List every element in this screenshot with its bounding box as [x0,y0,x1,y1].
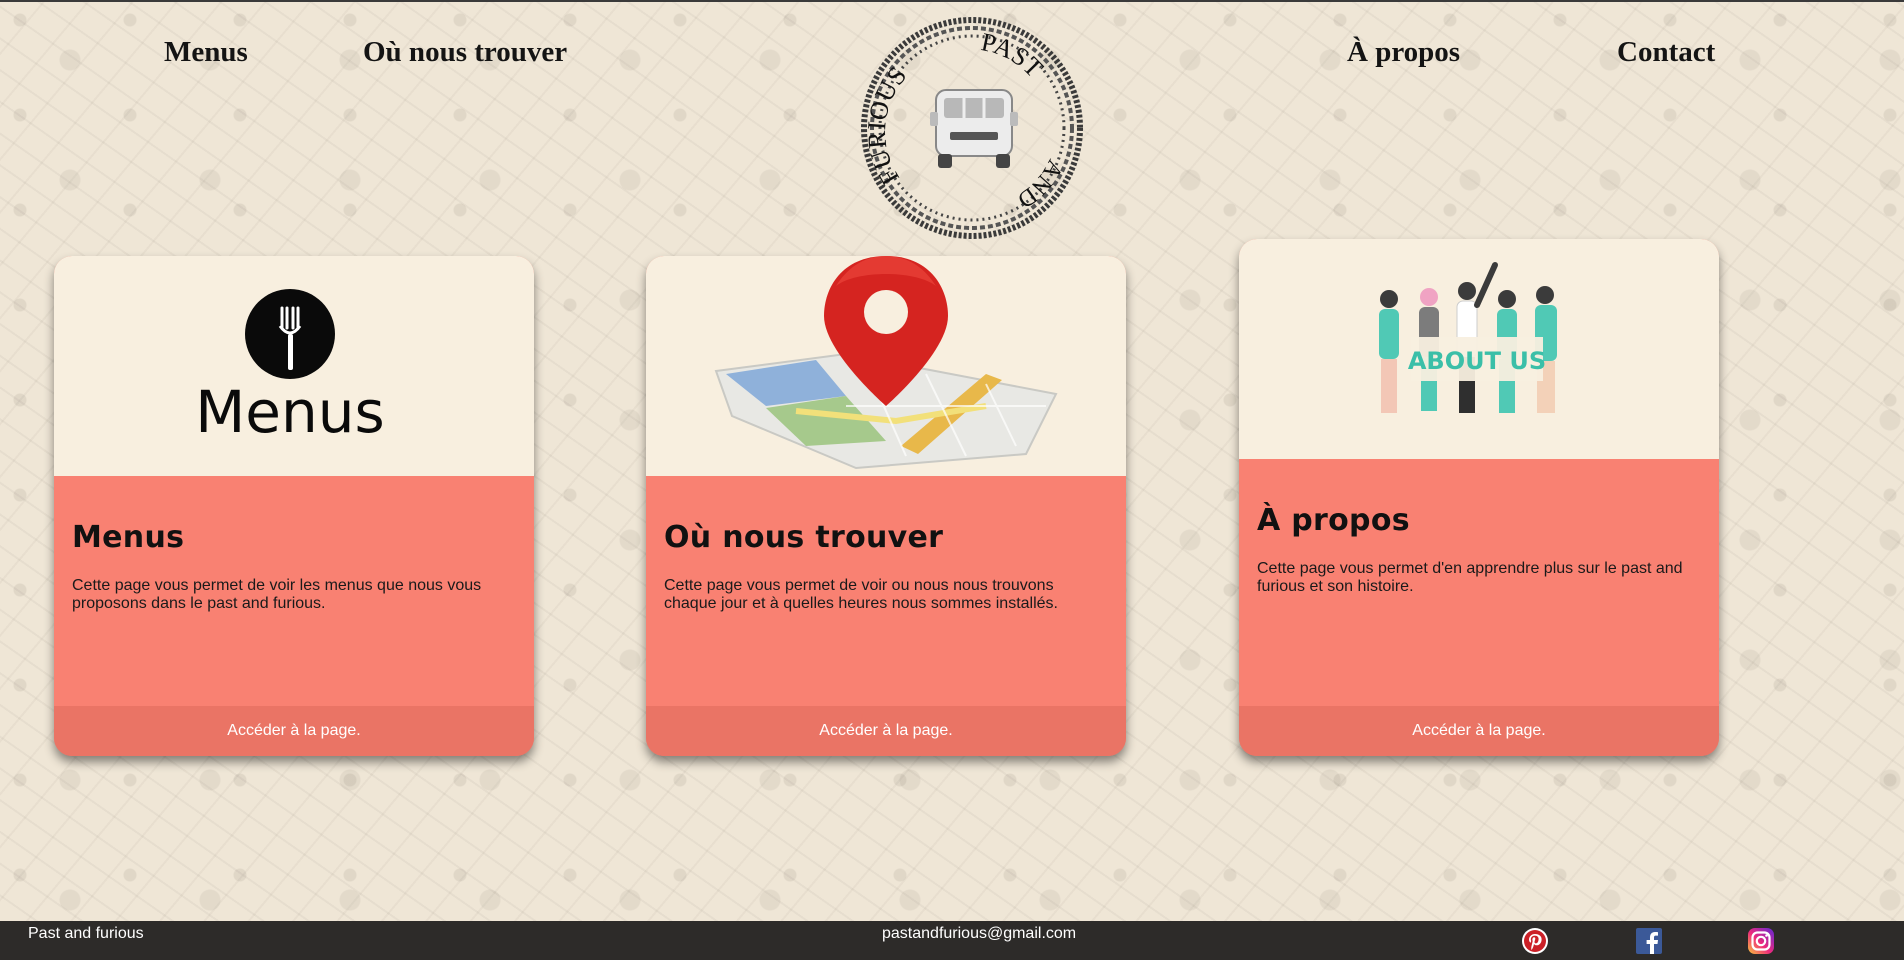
card-menus-text: Cette page vous permet de voir les menus… [72,577,482,612]
card-menus-image: Menus [54,256,534,476]
page-footer: Past and furious pastandfurious@gmail.co… [0,921,1904,960]
footer-email[interactable]: pastandfurious@gmail.com [882,925,1076,943]
nav-link-menus[interactable]: Menus [164,36,248,69]
card-apropos-title: À propos [1257,503,1410,538]
instagram-icon[interactable] [1746,926,1776,956]
card-menus[interactable]: Menus Menus Cette page vous permet de vo… [54,256,534,756]
top-border-line [0,0,1904,2]
card-trouver-link[interactable]: Accéder à la page. [646,706,1126,756]
card-apropos-link[interactable]: Accéder à la page. [1239,706,1719,756]
card-apropos[interactable]: ABOUT US À propos Cette page vous permet… [1239,239,1719,756]
map-pin-icon [714,256,1058,470]
footer-brand: Past and furious [28,925,144,942]
card-menus-link[interactable]: Accéder à la page. [54,706,534,756]
nav-link-apropos[interactable]: À propos [1347,36,1460,69]
card-trouver[interactable]: Où nous trouver Cette page vous permet d… [646,256,1126,756]
card-trouver-title: Où nous trouver [664,520,944,555]
logo-text-furious: FURIOUS [862,61,913,190]
card-trouver-image [646,256,1126,476]
card-trouver-text: Cette page vous permet de voir ou nous n… [664,577,1058,612]
nav-link-contact[interactable]: Contact [1617,36,1715,69]
about-us-people-icon: ABOUT US [1379,262,1557,413]
site-logo[interactable]: PAST FURIOUS AND [850,8,1090,248]
card-apropos-text: Cette page vous permet d'en apprendre pl… [1257,560,1683,595]
card-menus-title: Menus [72,520,185,555]
nav-link-trouver[interactable]: Où nous trouver [363,36,567,69]
food-truck-icon [930,89,1018,168]
about-us-banner-text: ABOUT US [1408,347,1546,375]
menus-image-caption: Menus [195,378,384,446]
fork-icon: Menus [195,289,385,446]
card-apropos-image: ABOUT US [1239,239,1719,459]
facebook-icon[interactable] [1634,926,1664,956]
pinterest-icon[interactable] [1520,926,1550,956]
logo-stamp: PAST FURIOUS AND [861,17,1083,239]
